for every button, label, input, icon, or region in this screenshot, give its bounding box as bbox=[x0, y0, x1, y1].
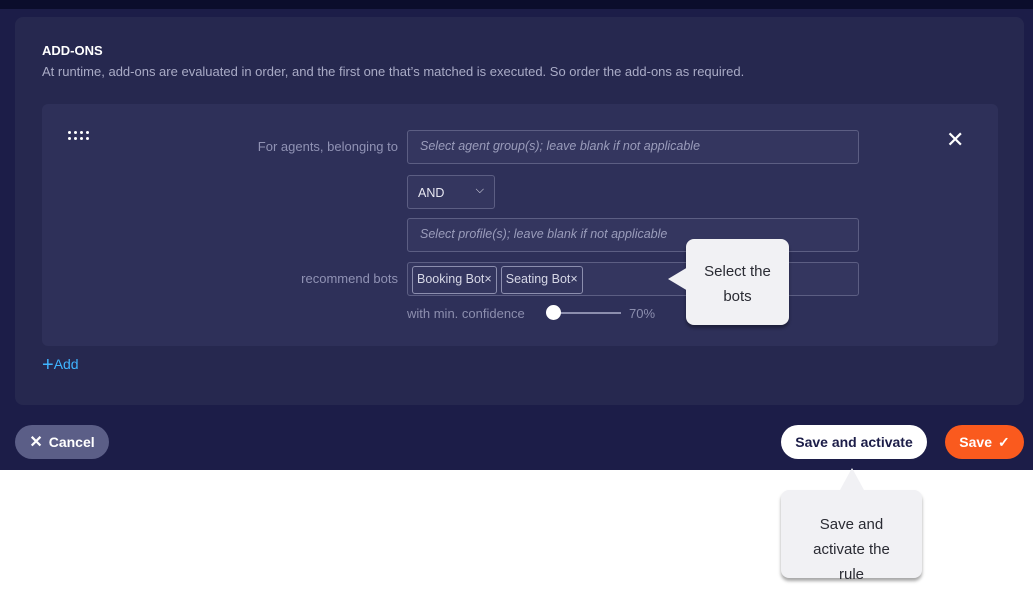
top-bar bbox=[0, 0, 1033, 9]
bots-tooltip: Select the bots bbox=[668, 239, 789, 325]
operator-select[interactable]: AND ⌵ bbox=[407, 175, 495, 209]
save-activate-tooltip: Save and activate the rule bbox=[781, 468, 922, 583]
chevron-down-icon: ⌵ bbox=[475, 184, 484, 196]
tooltip-arrow bbox=[668, 267, 688, 291]
bots-label: recommend bots bbox=[301, 271, 398, 286]
chip-label: Seating Bot bbox=[505, 272, 571, 286]
agent-group-input[interactable]: Select agent group(s); leave blank if no… bbox=[407, 130, 859, 164]
agents-label: For agents, belonging to bbox=[257, 139, 398, 154]
add-button[interactable]: +Add bbox=[42, 354, 79, 377]
close-icon: ✕ bbox=[29, 434, 43, 451]
save-label: Save bbox=[959, 434, 992, 450]
bot-chip: Seating Bot× bbox=[500, 266, 583, 294]
section-title: ADD-ONS bbox=[42, 43, 103, 58]
save-button[interactable]: Save ✓ bbox=[945, 425, 1024, 459]
bot-chip: Booking Bot× bbox=[412, 266, 497, 294]
confidence-slider[interactable] bbox=[553, 312, 621, 314]
close-icon[interactable]: ✕ bbox=[946, 127, 964, 153]
remove-icon[interactable]: × bbox=[484, 272, 491, 286]
check-icon: ✓ bbox=[997, 433, 1010, 450]
tooltip-text: Save and activate the rule bbox=[813, 516, 890, 583]
slider-handle[interactable] bbox=[546, 305, 561, 320]
tooltip-text: Select the bots bbox=[704, 263, 771, 305]
chip-label: Booking Bot bbox=[417, 272, 485, 286]
remove-icon[interactable]: × bbox=[570, 272, 577, 286]
section-description: At runtime, add-ons are evaluated in ord… bbox=[42, 64, 745, 79]
confidence-label: with min. confidence bbox=[407, 306, 525, 321]
profile-input[interactable]: Select profile(s); leave blank if not ap… bbox=[407, 218, 859, 252]
plus-icon: + bbox=[42, 354, 54, 376]
cancel-button[interactable]: ✕ Cancel bbox=[15, 425, 109, 459]
tooltip-arrow bbox=[840, 468, 864, 490]
bots-input[interactable]: Booking Bot× Seating Bot× bbox=[407, 262, 859, 296]
confidence-value: 70% bbox=[629, 306, 656, 321]
cancel-label: Cancel bbox=[48, 434, 95, 450]
operator-value: AND bbox=[418, 186, 445, 200]
save-activate-button[interactable]: Save and activate bbox=[781, 425, 927, 459]
add-label: Add bbox=[53, 356, 79, 372]
drag-handle-icon[interactable] bbox=[68, 131, 92, 141]
app: ADD-ONS At runtime, add-ons are evaluate… bbox=[0, 0, 1033, 470]
